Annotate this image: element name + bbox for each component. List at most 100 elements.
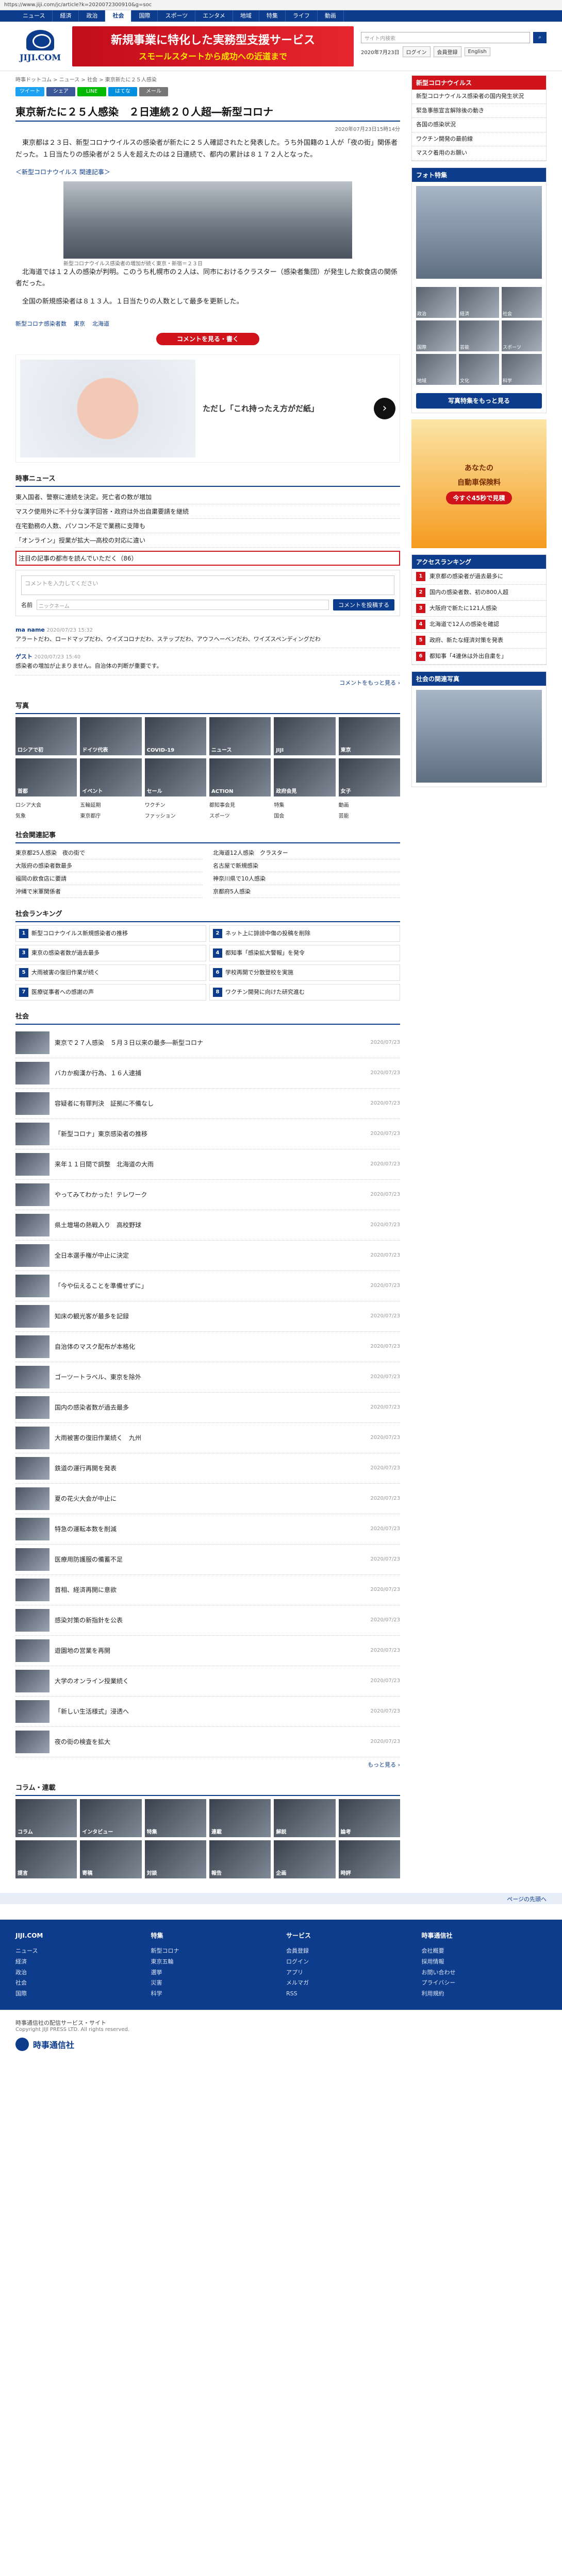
photo-caption[interactable]: 芸能 <box>339 811 400 819</box>
photo-feature-tile[interactable]: 経済 <box>459 286 499 318</box>
related-item[interactable]: 沖縄で米軍関係者 <box>15 885 203 898</box>
article-tag[interactable]: 新型コロナ感染者数 <box>15 320 67 327</box>
reader-image[interactable] <box>416 689 542 783</box>
nav-item[interactable]: 経済 <box>53 10 79 22</box>
corona-link[interactable]: マスク着用のお願い <box>412 146 546 161</box>
photo-tile[interactable]: JIJI <box>274 717 336 755</box>
footer-link[interactable]: 会員登録 <box>286 1946 411 1957</box>
nav-item[interactable]: 動画 <box>318 10 344 22</box>
article-tag[interactable]: 北海道 <box>92 320 109 327</box>
photo-tile[interactable]: セール <box>144 758 206 796</box>
nav-item[interactable]: 社会 <box>105 10 132 22</box>
photo-caption[interactable]: ファッション <box>145 811 206 819</box>
header-banner-ad[interactable]: 新規事業に特化した実務型支援サービス スモールスタートから成功への近道まで <box>72 26 354 66</box>
nav-item[interactable]: ニュース <box>15 10 53 22</box>
more-comments-link[interactable]: コメントをもっと見る › <box>15 675 400 690</box>
ranking-item[interactable]: 8 ワクチン開発に向けた研究進む <box>209 984 400 1001</box>
news-row[interactable]: バカか痴漢か行為、１６人逮捕 2020/07/23 <box>15 1058 400 1089</box>
content-ad[interactable]: ただし「これ持ったえ方がだ紙」 › <box>15 354 400 463</box>
news-row[interactable]: 大学のオンライン授業続く 2020/07/23 <box>15 1666 400 1697</box>
footer-link[interactable]: 社会 <box>15 1978 141 1989</box>
related-item[interactable]: 京都府5人感染 <box>213 885 400 898</box>
photo-tile[interactable]: 首都 <box>15 758 77 796</box>
news-row[interactable]: 東京で２７人感染 ５月３日以来の最多―新型コロナ 2020/07/23 <box>15 1028 400 1058</box>
footer-link[interactable]: 採用情報 <box>422 1957 547 1968</box>
header-link[interactable]: ログイン <box>402 46 431 57</box>
photo-tile[interactable]: ニュース <box>209 717 271 755</box>
highlight-link[interactable]: 注目の記事の都市を読んでいただく（86） <box>15 550 400 566</box>
column-tile[interactable]: インタビュー <box>80 1799 142 1837</box>
back-to-top[interactable]: ページの先頭へ <box>0 1892 562 1904</box>
news-row[interactable]: 県土壇場の熱戦入り 高校野球 2020/07/23 <box>15 1210 400 1241</box>
footer-link[interactable]: 利用規約 <box>422 1989 547 1999</box>
footer-link[interactable]: メルマガ <box>286 1978 411 1989</box>
news-row[interactable]: 遊園地の営業を再開 2020/07/23 <box>15 1636 400 1666</box>
breadcrumb[interactable]: 時事ドットコム > ニュース > 社会 > 東京新たに２５人感染 <box>15 71 400 87</box>
nav-item[interactable]: 特集 <box>259 10 286 22</box>
photo-more-button[interactable]: 写真特集をもっと見る <box>416 393 542 409</box>
related-item[interactable]: 神奈川県で10人感染 <box>213 872 400 885</box>
photo-caption[interactable]: ロシア大会 <box>15 801 77 808</box>
chevron-right-icon[interactable]: › <box>374 397 395 419</box>
nav-item[interactable]: ライフ <box>286 10 318 22</box>
share-button[interactable]: LINE <box>77 87 106 96</box>
photo-tile[interactable]: 東京 <box>338 717 400 755</box>
insurance-ad[interactable]: あなたの 自動車保険料 今すぐ45秒で見積 <box>411 419 547 548</box>
news-row[interactable]: 大雨被害の復旧作業続く 九州 2020/07/23 <box>15 1423 400 1453</box>
column-tile[interactable]: 特集 <box>144 1799 206 1837</box>
news-row[interactable]: 自治体のマスク配布が本格化 2020/07/23 <box>15 1332 400 1362</box>
photo-tile[interactable]: 女子 <box>338 758 400 796</box>
news-row[interactable]: 「今や伝えることを準備せずに」 2020/07/23 <box>15 1271 400 1301</box>
news-row[interactable]: 医療用防護服の備蓄不足 2020/07/23 <box>15 1545 400 1575</box>
photo-caption[interactable]: 国会 <box>274 811 335 819</box>
corona-link[interactable]: ワクチン開発の最前線 <box>412 132 546 146</box>
news-item[interactable]: 東入国者、警察に連続を決定。死亡者の数が増加 <box>15 490 400 504</box>
photo-caption[interactable]: 動画 <box>339 801 400 808</box>
news-row[interactable]: 首相、経済再開に意欲 2020/07/23 <box>15 1575 400 1605</box>
share-button[interactable]: メール <box>139 87 168 96</box>
news-row[interactable]: 全日本選手権が中止に決定 2020/07/23 <box>15 1241 400 1271</box>
photo-tile[interactable]: 政府会見 <box>274 758 336 796</box>
related-link[interactable]: ＜新型コロナウイルス 関連記事＞ <box>15 167 400 176</box>
photo-caption[interactable]: スポーツ <box>209 811 271 819</box>
news-row[interactable]: 鉄道の運行再開を発表 2020/07/23 <box>15 1453 400 1484</box>
footer-link[interactable]: 経済 <box>15 1957 141 1968</box>
header-link[interactable]: 会員登録 <box>433 46 461 57</box>
photo-caption[interactable]: 都知事会見 <box>209 801 271 808</box>
news-row[interactable]: 容疑者に有罪判決 証拠に不備なし 2020/07/23 <box>15 1089 400 1119</box>
footer-link[interactable]: 東京五輪 <box>151 1957 276 1968</box>
column-tile[interactable]: 連載 <box>209 1799 271 1837</box>
access-rank-item[interactable]: 5 政府、新たな経済対策を発表 <box>412 633 546 649</box>
column-tile[interactable]: 対談 <box>144 1840 206 1878</box>
photo-feature-tile[interactable]: 政治 <box>416 286 456 318</box>
related-item[interactable]: 北海道12人感染 クラスター <box>213 846 400 859</box>
photo-caption[interactable]: 五輪延期 <box>80 801 141 808</box>
news-row[interactable]: ゴーツートラベル、東京を除外 2020/07/23 <box>15 1362 400 1393</box>
search-icon[interactable]: ⌕ <box>533 32 547 43</box>
photo-tile[interactable]: ドイツ代表 <box>80 717 142 755</box>
access-rank-item[interactable]: 2 国内の感染者数、初の800人超 <box>412 585 546 601</box>
news-row[interactable]: 「新型コロナ」東京感染者の推移 2020/07/23 <box>15 1119 400 1149</box>
ranking-item[interactable]: 7 医療従事者への感謝の声 <box>15 984 206 1001</box>
footer-services[interactable]: 時事通信社の配信サービス・サイト <box>15 2019 547 2027</box>
news-row[interactable]: 特急の運転本数を削減 2020/07/23 <box>15 1514 400 1545</box>
access-rank-item[interactable]: 4 北海道で12人の感染を確認 <box>412 617 546 633</box>
news-item[interactable]: 「オンライン」授業が拡大―高校の対応に違い <box>15 533 400 548</box>
ranking-item[interactable]: 6 学校再開で分散登校を実施 <box>209 964 400 981</box>
nav-item[interactable]: スポーツ <box>158 10 196 22</box>
site-logo[interactable]: JIJI.COM <box>15 26 65 66</box>
footer-link[interactable]: 選挙 <box>151 1968 276 1978</box>
footer-link[interactable]: 科学 <box>151 1989 276 1999</box>
news-item[interactable]: マスク使用外に不十分な漢字回答・政府は外出自粛要請を継続 <box>15 504 400 519</box>
ranking-item[interactable]: 1 新型コロナウイルス新規感染者の推移 <box>15 925 206 942</box>
ranking-item[interactable]: 4 都知事「感染拡大警報」を発令 <box>209 944 400 961</box>
related-item[interactable]: 東京都25人感染 夜の街で <box>15 846 203 859</box>
news-item[interactable]: 在宅勤務の人数、パソコン不足で業務に支障も <box>15 519 400 533</box>
share-button[interactable]: シェア <box>46 87 75 96</box>
corona-link[interactable]: 緊急事態宣言解除後の動き <box>412 104 546 118</box>
photo-tile[interactable]: ロシアで初 <box>15 717 77 755</box>
photo-caption[interactable]: 気象 <box>15 811 77 819</box>
column-tile[interactable]: 時評 <box>338 1840 400 1878</box>
photo-caption[interactable]: 東京都庁 <box>80 811 141 819</box>
photo-caption[interactable]: ワクチン <box>145 801 206 808</box>
